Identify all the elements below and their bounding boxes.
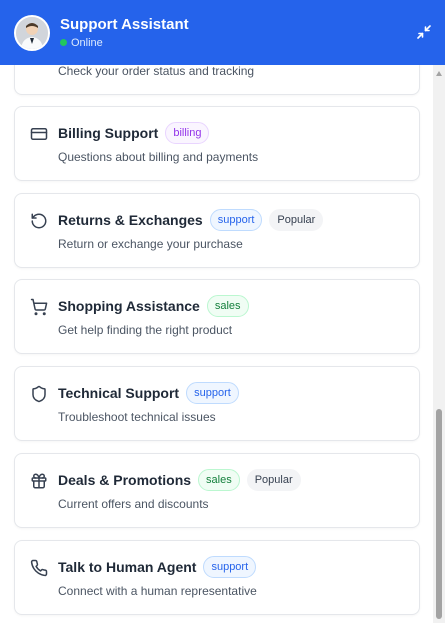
shopping-cart-icon — [30, 298, 48, 316]
card-title: Returns & Exchanges — [58, 212, 203, 228]
card-title-row: Deals & Promotions sales Popular — [58, 469, 301, 491]
status-indicator: Online — [60, 36, 189, 50]
category-badge: billing — [165, 122, 210, 144]
rotate-ccw-icon — [31, 213, 47, 229]
card-title: Technical Support — [58, 385, 180, 401]
card-title-row: Returns & Exchanges support Popular — [58, 209, 324, 231]
minimize-button[interactable] — [415, 23, 433, 41]
card-description: Check your order status and tracking — [58, 65, 255, 78]
popular-badge: Popular — [246, 469, 301, 491]
chat-header: Support Assistant Online — [0, 0, 445, 65]
scrollbar[interactable] — [433, 65, 445, 623]
card-title-row: Billing Support billing — [58, 122, 210, 144]
card-title: Talk to Human Agent — [58, 559, 197, 575]
card-description: Current offers and discounts — [58, 497, 209, 511]
card-description: Get help finding the right product — [58, 323, 233, 337]
online-status-dot — [60, 39, 67, 46]
scrollbar-thumb[interactable] — [436, 409, 442, 619]
support-options-list: Check your order status and tracking Bil… — [0, 65, 433, 623]
header-title: Support Assistant — [60, 15, 189, 33]
card-title: Deals & Promotions — [58, 472, 192, 488]
card-title-row: Shopping Assistance sales — [58, 295, 249, 317]
phone-icon — [30, 559, 48, 577]
category-badge: support — [209, 209, 263, 231]
shield-icon — [32, 385, 46, 403]
card-description: Troubleshoot technical issues — [58, 410, 216, 424]
option-card-order-tracking[interactable]: Check your order status and tracking — [14, 65, 420, 95]
category-badge: sales — [198, 469, 240, 491]
card-description: Questions about billing and payments — [58, 150, 259, 164]
credit-card-icon — [30, 128, 48, 140]
option-card-technical-support[interactable]: Technical Support support Troubleshoot t… — [14, 366, 420, 441]
category-badge: support — [186, 382, 239, 404]
card-title: Billing Support — [58, 125, 159, 141]
option-card-shopping-assistance[interactable]: Shopping Assistance sales Get help findi… — [14, 279, 420, 354]
card-description: Return or exchange your purchase — [58, 237, 243, 251]
collapse-arrows-icon — [417, 25, 431, 39]
card-title: Shopping Assistance — [58, 298, 200, 314]
category-badge: sales — [206, 295, 249, 317]
scroll-up-arrow-icon[interactable] — [436, 71, 442, 76]
option-card-talk-to-human[interactable]: Talk to Human Agent support Connect with… — [14, 540, 420, 615]
avatar — [14, 14, 50, 51]
option-card-returns-exchanges[interactable]: Returns & Exchanges support Popular Retu… — [14, 193, 420, 268]
option-card-billing-support[interactable]: Billing Support billing Questions about … — [14, 106, 420, 181]
option-card-deals-promotions[interactable]: Deals & Promotions sales Popular Current… — [14, 453, 420, 528]
popular-badge: Popular — [269, 209, 324, 231]
gift-icon — [31, 473, 47, 489]
card-title-row: Talk to Human Agent support — [58, 556, 257, 578]
card-description: Connect with a human representative — [58, 584, 257, 598]
category-badge: support — [203, 556, 257, 578]
card-title-row: Technical Support support — [58, 382, 239, 404]
status-text: Online — [71, 36, 103, 49]
